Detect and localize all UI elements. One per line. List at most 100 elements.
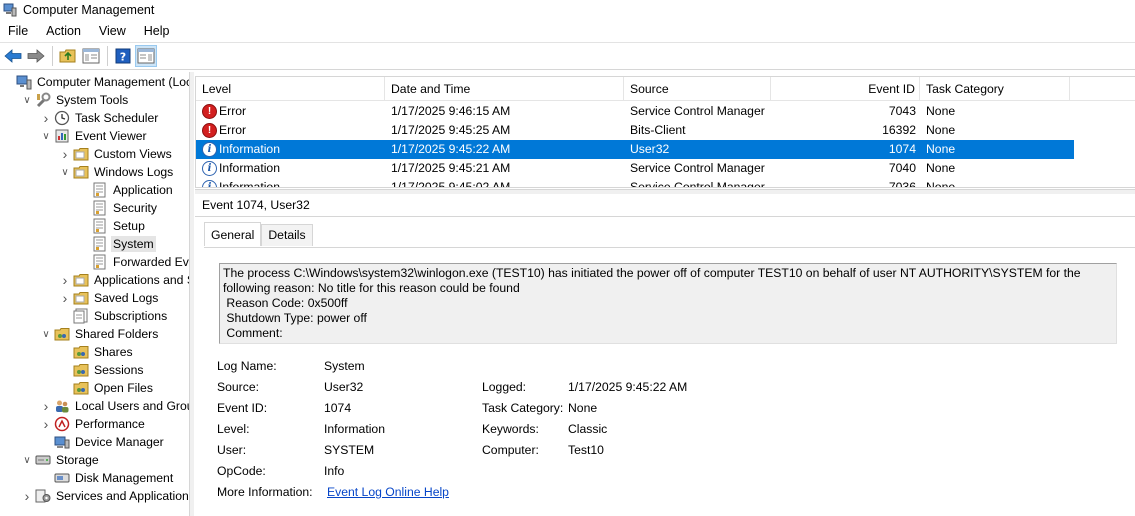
log-icon [92, 182, 108, 198]
help-icon[interactable]: ? [112, 45, 134, 67]
tree-item-label: System [111, 236, 156, 252]
expand-chevron-icon[interactable]: › [21, 487, 33, 505]
tree-item-application[interactable]: Application [78, 181, 175, 199]
collapse-chevron-icon[interactable]: ∨ [21, 91, 33, 109]
column-header-event-id[interactable]: Event ID [771, 77, 920, 101]
show-hide-action-pane-icon[interactable] [135, 45, 157, 67]
tree-item-storage[interactable]: ∨ Storage [21, 451, 101, 469]
show-hide-console-tree-icon[interactable] [80, 45, 102, 67]
collapse-chevron-icon[interactable]: ∨ [59, 163, 71, 181]
back-icon[interactable] [2, 45, 24, 67]
expand-chevron-icon[interactable]: › [59, 289, 71, 307]
event-row[interactable]: i Information 1/17/2025 9:45:22 AM User32 10… [196, 140, 1074, 159]
column-header-date-and-time[interactable]: Date and Time [385, 77, 624, 101]
tree-item-device-manager[interactable]: Device Manager [40, 433, 166, 451]
tab-general[interactable]: General [204, 222, 262, 246]
tree-item-open-files[interactable]: Open Files [59, 379, 155, 397]
tree-item-forwarded-event[interactable]: Forwarded Event [78, 253, 189, 271]
tree-item-event-viewer[interactable]: ∨ Event Viewer [40, 127, 149, 145]
menu-action[interactable]: Action [37, 21, 90, 41]
event-list-header: Level Date and Time Source Event ID Task… [196, 77, 1135, 101]
column-header-source[interactable]: Source [624, 77, 771, 101]
tab-details[interactable]: Details [261, 224, 313, 246]
tree-item-services-and-applications[interactable]: › Services and Applications [21, 487, 189, 505]
expand-chevron-icon[interactable]: › [40, 109, 52, 127]
tree-item-label: Custom Views [94, 147, 172, 161]
tree-item-disk-management[interactable]: Disk Management [40, 469, 175, 487]
computer-value[interactable]: Test10 [568, 442, 604, 458]
tree-item-applications-and-se[interactable]: › Applications and Se [59, 271, 189, 289]
tree-item-label: Local Users and Groups [75, 399, 189, 413]
menu-view[interactable]: View [90, 21, 135, 41]
users-icon [54, 398, 70, 414]
menu-file[interactable]: File [0, 21, 37, 41]
event-id-cell: 7036 [888, 180, 916, 188]
tree-item-local-users-and-groups[interactable]: › Local Users and Groups [40, 397, 189, 415]
log-name-value[interactable]: System [324, 358, 365, 374]
event-task-category-cell: None [926, 180, 956, 188]
expand-chevron-icon[interactable]: › [59, 145, 71, 163]
task-category-label: Task Category: [482, 401, 564, 415]
collapse-chevron-icon[interactable]: ∨ [21, 451, 33, 469]
event-log-online-help-link[interactable]: Event Log Online Help [327, 484, 449, 500]
tree-item-label: Task Scheduler [75, 111, 159, 125]
event-viewer-icon [54, 128, 70, 144]
tree-item-shares[interactable]: Shares [59, 343, 135, 361]
task-category-value[interactable]: None [568, 400, 597, 416]
tree-item-shared-folders[interactable]: ∨ Shared Folders [40, 325, 160, 343]
divider [195, 216, 1135, 217]
expand-chevron-icon[interactable]: › [40, 397, 52, 415]
tree-item-security[interactable]: Security [78, 199, 159, 217]
log-icon [92, 218, 108, 234]
logged-value[interactable]: 1/17/2025 9:45:22 AM [568, 379, 687, 395]
vertical-splitter[interactable] [190, 72, 194, 516]
tree-item-system-tools[interactable]: ∨ System Tools [21, 91, 130, 109]
error-icon: ! [202, 123, 217, 139]
tree-item-windows-logs[interactable]: ∨ Windows Logs [59, 163, 175, 181]
column-header-level[interactable]: Level [196, 77, 385, 101]
keywords-value[interactable]: Classic [568, 421, 607, 437]
services-icon [35, 488, 51, 504]
event-id-value[interactable]: 1074 [324, 400, 351, 416]
tree-item-saved-logs[interactable]: › Saved Logs [59, 289, 160, 307]
column-header-task-category[interactable]: Task Category [920, 77, 1070, 101]
tree-item-computer-management-local[interactable]: Computer Management (Local [2, 73, 190, 91]
tree-item-setup[interactable]: Setup [78, 217, 147, 235]
expand-chevron-icon[interactable]: › [59, 271, 71, 289]
event-row[interactable]: ! Error 1/17/2025 9:46:15 AM Service Contro… [196, 102, 1074, 121]
menu-help[interactable]: Help [135, 21, 179, 41]
collapse-chevron-icon[interactable]: ∨ [40, 325, 52, 343]
expand-chevron-icon[interactable]: › [40, 415, 52, 433]
title-bar: Computer Management [0, 0, 1135, 20]
disk-icon [54, 470, 70, 486]
log-name-label: Log Name: [217, 359, 277, 373]
tree-item-subscriptions[interactable]: Subscriptions [59, 307, 169, 325]
event-row[interactable]: i Information 1/17/2025 9:45:02 AM Service … [196, 178, 1074, 188]
device-manager-icon [54, 434, 70, 450]
shared-folders-icon [73, 380, 89, 396]
forward-icon[interactable] [25, 45, 47, 67]
log-icon [92, 236, 108, 252]
tree-item-system[interactable]: System [78, 235, 156, 253]
source-value[interactable]: User32 [324, 379, 363, 395]
tree-item-custom-views[interactable]: › Custom Views [59, 145, 174, 163]
user-value[interactable]: SYSTEM [324, 442, 374, 458]
event-row[interactable]: i Information 1/17/2025 9:45:21 AM Service … [196, 159, 1074, 178]
up-folder-icon[interactable] [57, 45, 79, 67]
tree-item-performance[interactable]: › Performance [40, 415, 147, 433]
tree-item-sessions[interactable]: Sessions [59, 361, 145, 379]
tree-item-label: Computer Management (Local [37, 75, 190, 89]
shared-folders-icon [73, 344, 89, 360]
opcode-value[interactable]: Info [324, 463, 344, 479]
event-row[interactable]: ! Error 1/17/2025 9:45:25 AM Bits-Client 163… [196, 121, 1074, 140]
event-description[interactable]: The process C:\Windows\system32\winlogon… [219, 263, 1117, 344]
tree-item-task-scheduler[interactable]: › Task Scheduler [40, 109, 160, 127]
collapse-chevron-icon[interactable]: ∨ [40, 127, 52, 145]
tree-item-label: Open Files [94, 381, 153, 395]
event-level-cell: i Information [196, 178, 385, 187]
level-value[interactable]: Information [324, 421, 385, 437]
